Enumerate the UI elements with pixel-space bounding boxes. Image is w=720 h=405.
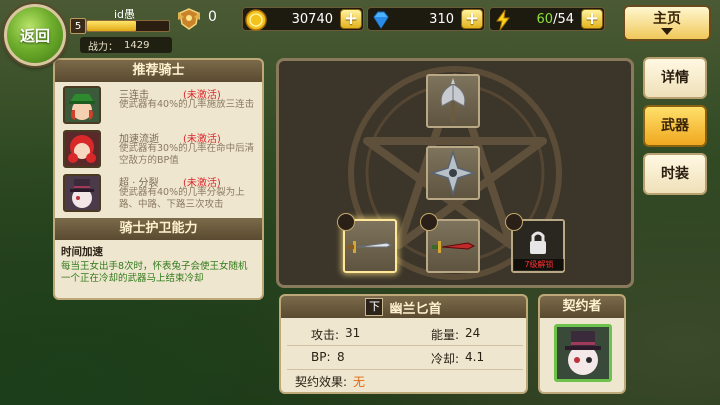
unlock-level-text: 7级解锁: [514, 259, 564, 270]
back-button[interactable]: 返回: [4, 4, 66, 66]
weapon-info-panel: 下 幽兰匕首 攻击: 31 能量: 24 BP: 8 冷却: 4.1 契约效果:…: [279, 294, 528, 394]
level-badge: 5: [70, 18, 86, 34]
contractor-panel: 契约者: [538, 294, 626, 394]
empty-tag-icon: [505, 213, 523, 231]
knight-tag-icon: [420, 213, 438, 231]
shuriken-icon: [429, 149, 477, 197]
gold-value: 30740: [291, 11, 333, 27]
attack-label: 攻击:: [311, 328, 340, 342]
power-value: 1429: [124, 39, 150, 51]
honor-shield-icon: [178, 8, 200, 30]
home-label: 主页: [653, 11, 681, 27]
skill-desc: 使武器有30%的几率在命中后清空敌方的BP值: [119, 143, 255, 166]
contract-value: 无: [353, 375, 366, 389]
guard-ability-name: 时间加速: [61, 246, 103, 258]
skill-item[interactable]: 超 · 分裂 (未激活) 使武器有40%的几率分裂为上路、中路、下路三次攻击: [59, 172, 258, 214]
skill-desc: 使武器有40%的几率施放三连击: [119, 99, 255, 110]
guard-ability-desc: 每当王女出手8次时，怀表兔子会使王女随机一个正在冷却的武器马上结束冷却: [61, 261, 248, 284]
power-label: 战力：: [88, 41, 118, 53]
weapon-slot-axe[interactable]: [426, 74, 480, 128]
knight-tag-icon: [337, 213, 355, 231]
attack-value: 31: [345, 326, 361, 340]
chevron-down-icon: [661, 28, 673, 35]
gold-box: 30740 +: [242, 7, 364, 31]
gold-coin-icon: [245, 9, 267, 31]
honor-value: 0: [208, 9, 217, 25]
energy-value: 24: [465, 326, 481, 340]
weapon-info-header: 下 幽兰匕首: [281, 296, 526, 318]
grade-badge: 下: [365, 298, 384, 316]
bp-value: 8: [337, 350, 345, 364]
energy-label: 能量:: [431, 328, 460, 342]
home-button[interactable]: 主页: [623, 5, 711, 41]
cooldown-value: 4.1: [465, 350, 485, 364]
tab-details[interactable]: 详情: [643, 57, 707, 99]
weapon-name: 幽兰匕首: [389, 301, 442, 317]
contractor-avatar[interactable]: [554, 324, 612, 382]
axe-icon: [440, 78, 466, 122]
diamond-value: 310: [429, 11, 454, 27]
contractor-title: 契约者: [540, 296, 624, 318]
weapon-slot-shuriken[interactable]: [426, 146, 480, 200]
knight-avatar-red-hair: [63, 130, 101, 168]
power-row: 战力： 1429: [80, 37, 172, 53]
recommended-knights-panel: 推荐骑士 三连击 (未激活) 使武器有40%的几率施放三连击 加速流逝 (未激活…: [53, 58, 264, 300]
lightning-icon: [496, 9, 510, 31]
knight-avatar-green-hat: [63, 86, 101, 124]
top-bar: 返回 id愚 5 战力： 1429 0 30740 + 310 + 60 /54…: [0, 0, 720, 66]
skill-item[interactable]: 三连击 (未激活) 使武器有40%的几率施放三连击: [59, 84, 258, 126]
tab-costume[interactable]: 时装: [643, 153, 707, 195]
skill-desc: 使武器有40%的几率分裂为上路、中路、下路三次攻击: [119, 187, 245, 210]
tab-weapon[interactable]: 武器: [643, 105, 707, 147]
sword-icon: [348, 241, 393, 253]
add-diamond-button[interactable]: +: [461, 9, 483, 29]
energy-box: 60 /54 +: [489, 7, 605, 31]
xp-bar: [86, 20, 170, 32]
recommended-title: 推荐骑士: [55, 60, 262, 82]
energy-value: 60: [536, 11, 554, 27]
diamond-icon: [373, 11, 389, 29]
knight-avatar-top-hat: [63, 174, 101, 212]
player-info: id愚 5 战力： 1429: [56, 6, 172, 53]
weapon-board: 7级解锁: [276, 58, 634, 288]
add-energy-button[interactable]: +: [581, 9, 603, 29]
dagger-icon: [432, 241, 476, 253]
divider: [287, 369, 523, 370]
guard-title: 骑士护卫能力: [55, 218, 262, 240]
diamond-box: 310 +: [367, 7, 485, 31]
add-gold-button[interactable]: +: [340, 9, 362, 29]
xp-fill: [87, 21, 137, 31]
cooldown-label: 冷却:: [431, 352, 460, 366]
energy-max: /54: [553, 11, 574, 27]
bp-label: BP:: [311, 350, 331, 364]
contract-label: 契约效果:: [295, 375, 348, 389]
divider: [287, 345, 523, 346]
skill-item[interactable]: 加速流逝 (未激活) 使武器有30%的几率在命中后清空敌方的BP值: [59, 128, 258, 170]
